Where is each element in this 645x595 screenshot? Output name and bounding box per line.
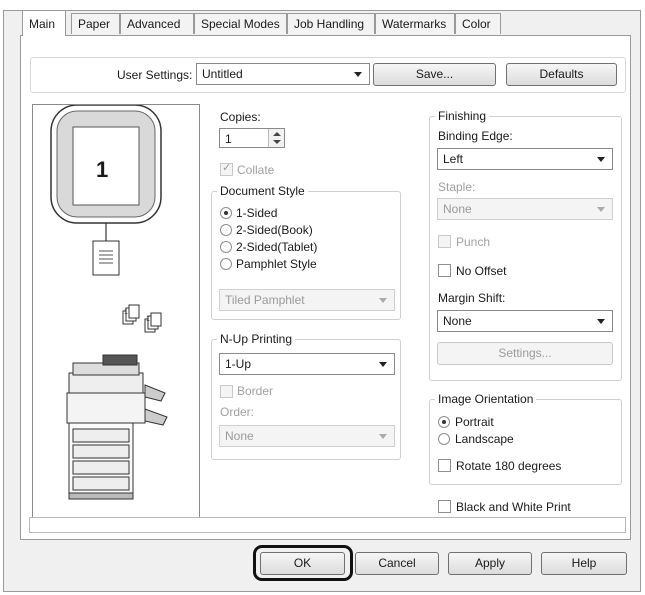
ok-button[interactable]: OK — [260, 552, 345, 575]
chevron-up-icon[interactable] — [273, 132, 281, 136]
no-offset-checkbox[interactable] — [438, 264, 451, 277]
defaults-button[interactable]: Defaults — [506, 63, 617, 86]
finishing-title: Finishing — [435, 109, 490, 123]
punch-label: Punch — [456, 235, 491, 249]
save-button[interactable]: Save... — [373, 63, 496, 86]
tab-paper[interactable]: Paper — [71, 13, 120, 34]
copy-number-2: 1 — [146, 316, 150, 323]
chevron-down-icon — [379, 434, 387, 439]
option-1-sided-label: 1-Sided — [236, 206, 278, 220]
portrait-label: Portrait — [455, 415, 494, 429]
margin-settings-button[interactable]: Settings... — [437, 342, 613, 365]
margin-shift-value: None — [443, 314, 472, 328]
border-checkbox[interactable] — [220, 385, 233, 398]
no-offset-label: No Offset — [456, 264, 507, 278]
nup-select[interactable]: 1-Up — [219, 353, 395, 375]
copies-stack-icon — [122, 304, 162, 333]
tab-job-handling[interactable]: Job Handling — [287, 13, 375, 34]
radio-1-sided[interactable] — [220, 207, 232, 219]
binding-edge-value: Left — [443, 152, 464, 166]
user-settings-select[interactable]: Untitled — [196, 63, 370, 85]
copy-number-1: 1 — [124, 309, 128, 316]
document-style-title: Document Style — [217, 184, 308, 198]
preview-area: 1 1 1 — [32, 104, 200, 524]
apply-button[interactable]: Apply — [448, 552, 532, 575]
binding-edge-label: Binding Edge: — [438, 129, 513, 143]
nup-printing-title: N-Up Printing — [217, 332, 296, 346]
tab-advanced[interactable]: Advanced — [120, 13, 194, 34]
collate-label: Collate — [237, 163, 275, 177]
order-select[interactable]: None — [219, 425, 395, 447]
cancel-button[interactable]: Cancel — [355, 552, 439, 575]
option-2-sided-book-label: 2-Sided(Book) — [236, 223, 313, 237]
order-label: Order: — [220, 405, 255, 419]
staple-label: Staple: — [438, 180, 476, 194]
image-orientation-title: Image Orientation — [435, 392, 537, 406]
preview-page-number: 1 — [96, 157, 109, 182]
punch-checkbox[interactable] — [438, 235, 451, 248]
collate-checkbox[interactable]: ✓ — [220, 162, 233, 176]
radio-2-sided-book[interactable] — [220, 224, 232, 236]
check-icon: ✓ — [222, 162, 232, 174]
option-2-sided-tablet-label: 2-Sided(Tablet) — [236, 240, 318, 254]
pamphlet-select[interactable]: Tiled Pamphlet — [219, 289, 395, 311]
user-settings-label: User Settings: — [117, 68, 193, 82]
landscape-label: Landscape — [455, 432, 514, 446]
chevron-down-icon — [597, 157, 605, 162]
chevron-down-icon[interactable] — [273, 140, 281, 144]
radio-2-sided-tablet[interactable] — [220, 241, 232, 253]
staple-value: None — [443, 202, 472, 216]
margin-shift-select[interactable]: None — [437, 310, 613, 332]
rotate-180-label: Rotate 180 degrees — [456, 459, 562, 473]
chevron-down-icon — [597, 319, 605, 324]
radio-portrait[interactable] — [438, 416, 450, 428]
chevron-down-icon — [597, 207, 605, 212]
status-field — [29, 517, 626, 533]
black-white-label: Black and White Print — [456, 500, 571, 514]
chevron-down-icon — [379, 298, 387, 303]
copies-label: Copies: — [220, 110, 261, 124]
binding-edge-select[interactable]: Left — [437, 148, 613, 170]
margin-shift-label: Margin Shift: — [438, 291, 506, 305]
black-white-checkbox[interactable] — [438, 500, 451, 513]
printer-machine-icon — [66, 354, 168, 500]
radio-pamphlet-style[interactable] — [220, 258, 232, 270]
staple-select[interactable]: None — [437, 198, 613, 220]
tab-color[interactable]: Color — [455, 13, 501, 34]
chevron-down-icon — [354, 72, 362, 77]
copies-value: 1 — [225, 132, 232, 146]
chevron-down-icon — [379, 362, 387, 367]
radio-landscape[interactable] — [438, 433, 450, 445]
user-settings-value: Untitled — [202, 67, 243, 81]
tab-special-modes[interactable]: Special Modes — [194, 13, 287, 34]
rotate-180-checkbox[interactable] — [438, 459, 451, 472]
border-label: Border — [237, 384, 274, 398]
copies-stepper[interactable]: 1 — [219, 128, 285, 148]
stepper-arrows-icon[interactable] — [268, 129, 284, 147]
help-button[interactable]: Help — [541, 552, 627, 575]
tab-watermarks[interactable]: Watermarks — [375, 13, 455, 34]
tab-main[interactable]: Main — [22, 10, 66, 36]
order-value: None — [225, 429, 254, 443]
option-pamphlet-style-label: Pamphlet Style — [236, 257, 317, 271]
nup-value: 1-Up — [225, 357, 252, 371]
pamphlet-value: Tiled Pamphlet — [225, 293, 305, 307]
printer-preview-illustration — [50, 104, 168, 500]
